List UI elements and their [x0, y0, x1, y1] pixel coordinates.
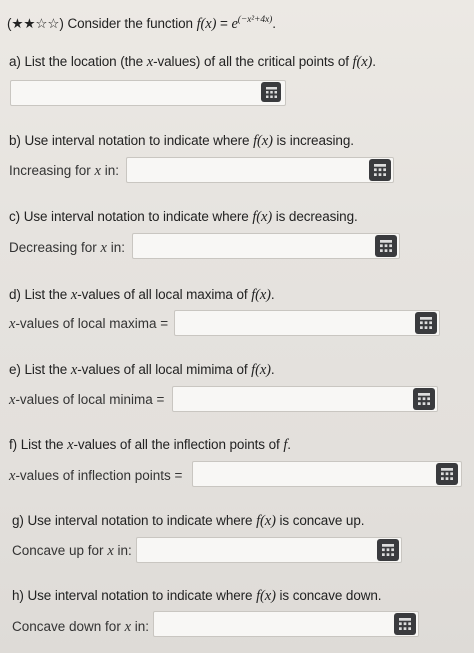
keypad-icon[interactable]	[415, 312, 437, 334]
answer-e-input[interactable]	[172, 386, 438, 412]
answer-c-label: Decreasing for x in:	[9, 240, 125, 256]
answer-h-label: Concave down for x in:	[12, 619, 150, 635]
keypad-icon[interactable]	[261, 82, 281, 102]
answer-f-input[interactable]	[192, 461, 462, 487]
answer-c-input[interactable]	[132, 233, 400, 259]
question-d-prompt: d) List the x-values of all local maxima…	[9, 287, 275, 303]
question-h-prompt: h) Use interval notation to indicate whe…	[12, 588, 382, 604]
intro-text: Consider the function	[67, 16, 193, 31]
keypad-icon[interactable]	[369, 159, 391, 181]
answer-a-input[interactable]	[10, 80, 286, 106]
question-a-prompt: a) List the location (the x-values) of a…	[9, 54, 376, 70]
answer-d-label: x-values of local maxima =	[9, 316, 169, 332]
keypad-icon[interactable]	[394, 613, 416, 635]
difficulty-stars: (★★☆☆)	[7, 16, 64, 31]
answer-b-label: Increasing for x in:	[9, 163, 119, 179]
problem-statement: (★★☆☆) Consider the function f(x) = e(−x…	[7, 15, 276, 33]
equals-sign: =	[220, 16, 228, 31]
keypad-icon[interactable]	[377, 539, 399, 561]
answer-b-input[interactable]	[126, 157, 394, 183]
answer-g-label: Concave up for x in:	[12, 543, 132, 559]
exp-base: e	[231, 16, 238, 32]
answer-f-label: x-values of inflection points =	[9, 468, 183, 484]
question-e-prompt: e) List the x-values of all local mimima…	[9, 362, 275, 378]
answer-e-label: x-values of local minima =	[9, 392, 165, 408]
keypad-icon[interactable]	[413, 388, 435, 410]
function-name: f(x)	[196, 16, 217, 32]
question-f-prompt: f) List the x-values of all the inflecti…	[9, 437, 291, 453]
answer-d-input[interactable]	[174, 310, 440, 336]
answer-h-input[interactable]	[153, 611, 419, 637]
keypad-icon[interactable]	[436, 463, 458, 485]
exp-power: (−x²+4x)	[237, 15, 273, 25]
question-b-prompt: b) Use interval notation to indicate whe…	[9, 133, 354, 149]
keypad-icon[interactable]	[375, 235, 397, 257]
answer-g-input[interactable]	[136, 537, 402, 563]
question-c-prompt: c) Use interval notation to indicate whe…	[9, 209, 358, 225]
question-g-prompt: g) Use interval notation to indicate whe…	[12, 513, 365, 529]
period: .	[272, 16, 276, 31]
